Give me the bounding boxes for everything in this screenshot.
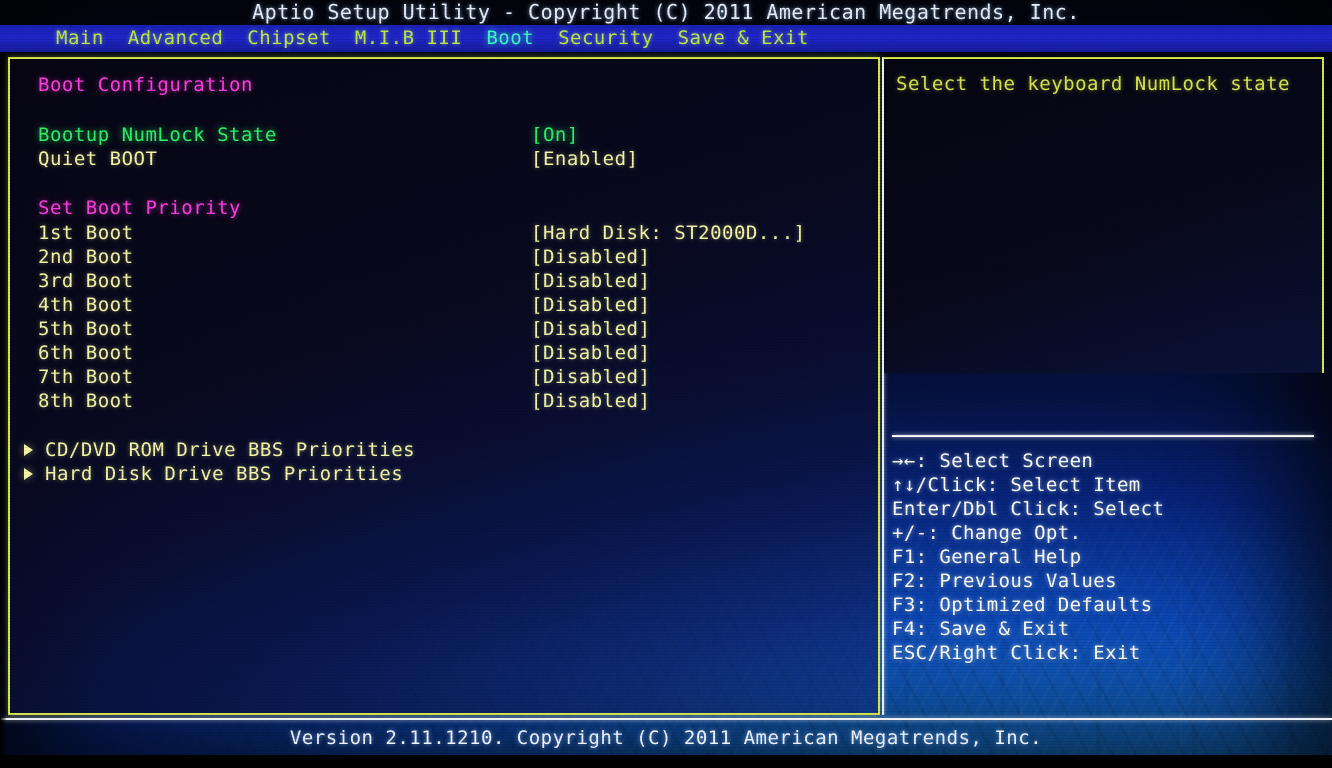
menu-tab-advanced[interactable]: Advanced <box>116 25 236 52</box>
menu-tab-mib-iii[interactable]: M.I.B III <box>343 25 474 52</box>
setting-value[interactable]: [Disabled] <box>531 293 650 317</box>
key-legend-f4-save-exit: F4: Save & Exit <box>892 618 1070 640</box>
setting-value[interactable]: [Hard Disk: ST2000D...] <box>531 221 806 245</box>
menu-tab-chipset[interactable]: Chipset <box>235 25 343 52</box>
setting-row-4th-boot[interactable]: 4th Boot [Disabled] <box>38 293 878 317</box>
setting-value[interactable]: [Disabled] <box>531 269 650 293</box>
setting-row-1st-boot[interactable]: 1st Boot [Hard Disk: ST2000D...] <box>38 221 878 245</box>
help-vertical-separator <box>882 373 884 715</box>
footer-version-text: Version 2.11.1210. Copyright (C) 2011 Am… <box>289 727 1043 749</box>
submenu-label: Hard Disk Drive BBS Priorities <box>45 463 404 485</box>
help-description-text: Select the keyboard NumLock state <box>896 73 1290 95</box>
setting-row-3rd-boot[interactable]: 3rd Boot [Disabled] <box>38 269 878 293</box>
submenu-hard-disk-drive-bbs-priorities[interactable]: Hard Disk Drive BBS Priorities <box>24 462 878 486</box>
monitor-bezel-bottom <box>0 755 1332 768</box>
submenu-label: CD/DVD ROM Drive BBS Priorities <box>45 439 416 461</box>
help-description-box: Select the keyboard NumLock state <box>882 57 1324 373</box>
setting-label: 4th Boot <box>38 294 134 316</box>
submenu-cddvd-rom-drive-bbs-priorities[interactable]: CD/DVD ROM Drive BBS Priorities <box>24 438 878 462</box>
window-title: Aptio Setup Utility - Copyright (C) 2011… <box>252 0 1080 24</box>
setting-value[interactable]: [On] <box>531 123 579 147</box>
setting-label: 6th Boot <box>38 342 134 364</box>
menu-tab-boot[interactable]: Boot <box>474 25 546 52</box>
setting-row-6th-boot[interactable]: 6th Boot [Disabled] <box>38 341 878 365</box>
setting-value[interactable]: [Disabled] <box>531 341 650 365</box>
setting-row-8th-boot[interactable]: 8th Boot [Disabled] <box>38 389 878 413</box>
setting-label: 7th Boot <box>38 366 134 388</box>
setting-value[interactable]: [Disabled] <box>531 317 650 341</box>
bios-setup-screen: Aptio Setup Utility - Copyright (C) 2011… <box>0 0 1332 768</box>
setting-value[interactable]: [Enabled] <box>531 147 638 171</box>
setting-label: 1st Boot <box>38 222 134 244</box>
setting-row-bootup-numlock-state[interactable]: Bootup NumLock State [On] <box>38 123 878 147</box>
key-legend-enter-select: Enter/Dbl Click: Select <box>892 498 1165 520</box>
key-legend-esc-exit: ESC/Right Click: Exit <box>892 642 1141 664</box>
menu-bar: Main Advanced Chipset M.I.B III Boot Sec… <box>0 25 1332 52</box>
section-heading-boot-configuration: Boot Configuration <box>38 74 253 96</box>
footer-separator <box>0 718 1332 720</box>
setting-label: 5th Boot <box>38 318 134 340</box>
key-legend: →←: Select Screen ↑↓/Click: Select Item … <box>892 449 1322 665</box>
settings-pane: Boot Configuration Bootup NumLock State … <box>8 57 880 715</box>
key-legend-select-item: ↑↓/Click: Select Item <box>892 474 1141 496</box>
setting-value[interactable]: [Disabled] <box>531 389 650 413</box>
setting-row-2nd-boot[interactable]: 2nd Boot [Disabled] <box>38 245 878 269</box>
setting-label: 8th Boot <box>38 390 134 412</box>
setting-label: Bootup NumLock State <box>38 124 277 146</box>
help-horizontal-rule <box>892 435 1314 437</box>
menu-tab-save-exit[interactable]: Save & Exit <box>666 25 821 52</box>
menu-tab-security[interactable]: Security <box>546 25 666 52</box>
help-pane: Select the keyboard NumLock state →←: Se… <box>882 57 1324 715</box>
key-legend-f3-optimized-defaults: F3: Optimized Defaults <box>892 594 1153 616</box>
key-legend-select-screen: →←: Select Screen <box>892 450 1094 472</box>
setting-row-quiet-boot[interactable]: Quiet BOOT [Enabled] <box>38 147 878 171</box>
key-legend-f1-general-help: F1: General Help <box>892 546 1082 568</box>
setting-value[interactable]: [Disabled] <box>531 365 650 389</box>
setting-label: Quiet BOOT <box>38 148 158 170</box>
triangle-right-icon <box>24 468 33 480</box>
menu-tab-main[interactable]: Main <box>44 25 116 52</box>
setting-row-5th-boot[interactable]: 5th Boot [Disabled] <box>38 317 878 341</box>
key-legend-f2-previous-values: F2: Previous Values <box>892 570 1117 592</box>
key-legend-change-opt: +/-: Change Opt. <box>892 522 1082 544</box>
setting-row-7th-boot[interactable]: 7th Boot [Disabled] <box>38 365 878 389</box>
monitor-bezel-left <box>0 52 6 755</box>
setting-label: 3rd Boot <box>38 270 134 292</box>
section-heading-set-boot-priority: Set Boot Priority <box>38 197 241 219</box>
setting-label: 2nd Boot <box>38 246 134 268</box>
setting-value[interactable]: [Disabled] <box>531 245 650 269</box>
triangle-right-icon <box>24 444 33 456</box>
